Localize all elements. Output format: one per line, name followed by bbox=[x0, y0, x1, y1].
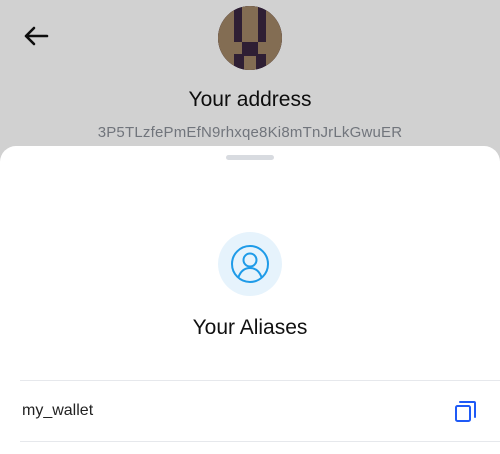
alias-list-item: my_wallet bbox=[20, 381, 500, 441]
copy-alias-button[interactable] bbox=[452, 397, 480, 425]
aliases-icon-badge bbox=[218, 232, 282, 296]
drag-handle[interactable] bbox=[226, 155, 274, 160]
user-circle-icon bbox=[231, 245, 269, 283]
divider bbox=[20, 441, 500, 442]
aliases-title: Your Aliases bbox=[192, 316, 308, 339]
aliases-bottom-sheet: Your Aliases my_wallet bbox=[0, 146, 500, 454]
alias-name: my_wallet bbox=[22, 402, 94, 419]
copy-icon bbox=[455, 401, 476, 422]
